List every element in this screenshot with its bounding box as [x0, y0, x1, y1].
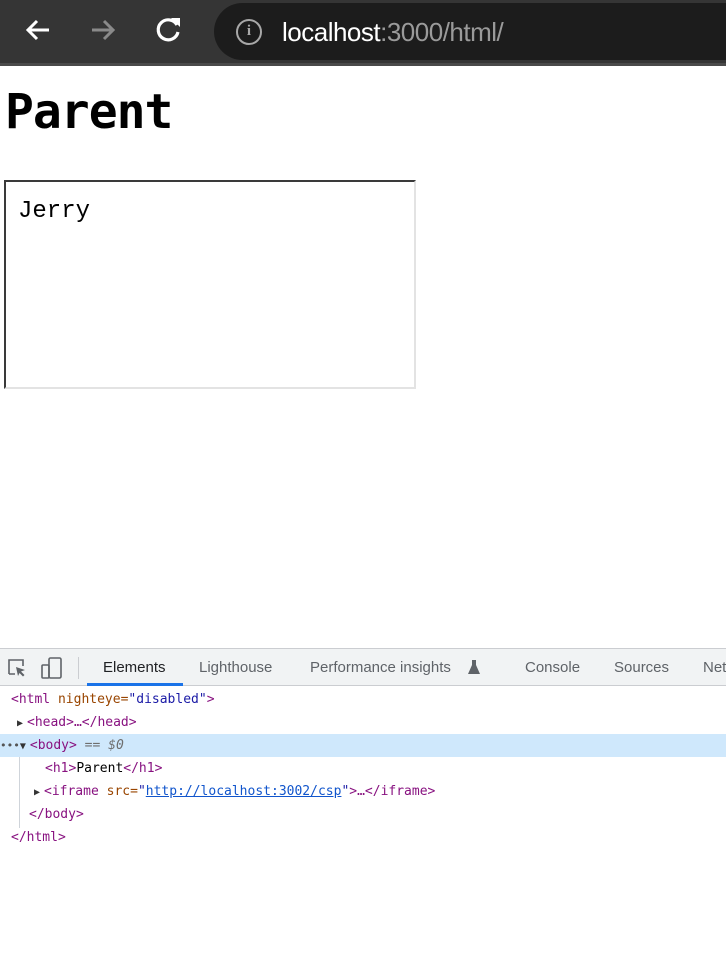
tree-row-body-close[interactable]: </body> — [0, 803, 726, 826]
tree-row-html-close[interactable]: </html> — [0, 826, 726, 849]
toolbar-divider — [78, 657, 79, 679]
devtools-tab-bar: Elements Lighthouse Performance insights… — [0, 648, 726, 686]
device-toolbar-icon[interactable] — [40, 656, 64, 680]
inspect-element-icon[interactable] — [6, 657, 28, 679]
reload-icon — [156, 18, 180, 42]
reload-button[interactable] — [152, 14, 184, 46]
browser-toolbar: i localhost:3000/html/ — [0, 0, 726, 66]
tree-row-head[interactable]: ▶ <head>…</head> — [0, 711, 726, 734]
tree-row-iframe[interactable]: ▶ <iframe src="http://localhost:3002/csp"… — [0, 780, 726, 803]
flask-icon — [468, 660, 480, 674]
url-text: localhost:3000/html/ — [282, 17, 504, 47]
tree-row-body[interactable]: •••▼ <body> == $0 — [0, 734, 726, 757]
tab-performance-insights[interactable]: Performance insights — [310, 659, 451, 676]
forward-button[interactable] — [87, 14, 119, 46]
iframe-src-link[interactable]: http://localhost:3002/csp — [146, 784, 342, 799]
iframe-text: Jerry — [18, 198, 91, 225]
forward-arrow-icon — [92, 19, 116, 41]
collapse-triangle-icon[interactable]: ▼ — [20, 735, 30, 758]
tab-console[interactable]: Console — [525, 659, 580, 676]
tree-row-html[interactable]: <html nighteye="disabled"> — [0, 688, 726, 711]
tab-network[interactable]: Net — [703, 659, 726, 676]
back-button[interactable] — [22, 14, 54, 46]
info-icon[interactable]: i — [236, 19, 262, 45]
more-dots-icon[interactable]: ••• — [0, 739, 20, 752]
expand-triangle-icon[interactable]: ▶ — [17, 712, 27, 735]
tab-lighthouse[interactable]: Lighthouse — [199, 659, 272, 676]
devtools-panel: Elements Lighthouse Performance insights… — [0, 648, 726, 961]
expand-triangle-icon[interactable]: ▶ — [34, 781, 44, 804]
tree-row-h1[interactable]: <h1>Parent</h1> — [0, 757, 726, 780]
page-heading: Parent — [5, 84, 173, 140]
address-bar[interactable]: i localhost:3000/html/ — [214, 3, 726, 60]
tab-sources[interactable]: Sources — [614, 659, 669, 676]
active-tab-indicator — [87, 683, 183, 686]
iframe-box: Jerry — [4, 180, 416, 389]
tab-elements[interactable]: Elements — [103, 659, 166, 676]
back-arrow-icon — [25, 19, 49, 41]
